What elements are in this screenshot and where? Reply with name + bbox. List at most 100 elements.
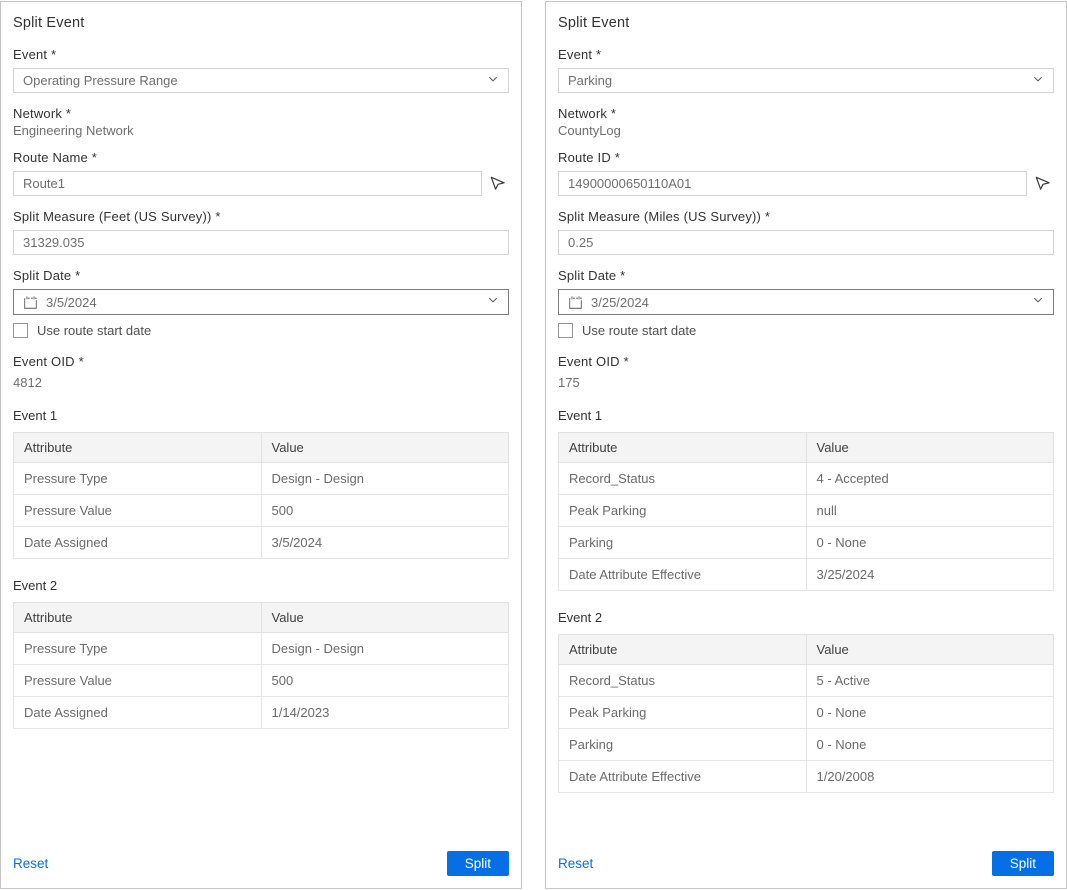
panel-title: Split Event (13, 15, 509, 31)
use-route-start-date-row: Use route start date (558, 323, 1054, 338)
route-label: Route Name * (13, 150, 509, 165)
split-date-picker[interactable]: 3/5/2024 (13, 289, 509, 315)
table-row: Record_Status 4 - Accepted (559, 463, 1054, 495)
table-row: Record_Status 5 - Active (559, 665, 1054, 697)
event-2-table: Attribute Value Record_Status 5 - Active… (558, 634, 1054, 793)
split-button[interactable]: Split (447, 851, 509, 876)
reset-button[interactable]: Reset (13, 856, 48, 871)
column-header-value: Value (261, 603, 509, 633)
split-date-value: 3/5/2024 (46, 295, 487, 310)
split-date-picker[interactable]: 3/25/2024 (558, 289, 1054, 315)
split-measure-field: Split Measure (Feet (US Survey)) * (13, 209, 509, 255)
attribute-cell: Pressure Value (14, 495, 262, 527)
pointer-cursor-icon (488, 173, 507, 195)
attribute-cell: Record_Status (559, 463, 807, 495)
event-select[interactable]: Operating Pressure Range (13, 68, 509, 93)
route-input[interactable] (558, 171, 1027, 196)
table-row: Pressure Value 500 (14, 665, 509, 697)
value-cell: Design - Design (261, 633, 509, 665)
select-route-on-map-button[interactable] (485, 172, 509, 196)
event-field: Event * Parking (558, 47, 1054, 93)
attribute-cell: Date Attribute Effective (559, 559, 807, 591)
split-measure-input[interactable] (13, 230, 509, 255)
pointer-cursor-icon (1033, 173, 1052, 195)
event-2-heading: Event 2 (13, 578, 509, 593)
chevron-down-icon (1032, 72, 1044, 90)
split-measure-label: Split Measure (Miles (US Survey)) * (558, 209, 1054, 224)
value-cell: 0 - None (806, 697, 1054, 729)
event-oid-label: Event OID * (13, 354, 509, 369)
split-date-label: Split Date * (13, 268, 509, 283)
attribute-cell: Pressure Type (14, 463, 262, 495)
table-row: Parking 0 - None (559, 729, 1054, 761)
panel-footer: Reset Split (13, 841, 509, 876)
value-cell: 1/20/2008 (806, 761, 1054, 793)
value-cell: 0 - None (806, 527, 1054, 559)
event-field: Event * Operating Pressure Range (13, 47, 509, 93)
attribute-cell: Parking (559, 527, 807, 559)
attribute-cell: Peak Parking (559, 495, 807, 527)
event-2-table: Attribute Value Pressure Type Design - D… (13, 602, 509, 729)
column-header-value: Value (261, 433, 509, 463)
value-cell: 500 (261, 665, 509, 697)
event-oid-field: Event OID * 4812 (13, 354, 509, 390)
table-row: Pressure Value 500 (14, 495, 509, 527)
use-route-start-date-checkbox[interactable] (13, 323, 28, 338)
attribute-cell: Date Assigned (14, 527, 262, 559)
split-measure-input[interactable] (558, 230, 1054, 255)
event-oid-value: 175 (558, 375, 1054, 390)
event-oid-field: Event OID * 175 (558, 354, 1054, 390)
value-cell: 3/5/2024 (261, 527, 509, 559)
split-event-widgets: Split Event Event * Operating Pressure R… (0, 0, 1067, 889)
network-value: CountyLog (558, 123, 1054, 138)
event-oid-label: Event OID * (558, 354, 1054, 369)
event-2-section: Event 2 Attribute Value Record_Status 5 … (558, 610, 1054, 793)
route-field: Route ID * (558, 150, 1054, 196)
event-2-section: Event 2 Attribute Value Pressure Type De… (13, 578, 509, 729)
route-field: Route Name * (13, 150, 509, 196)
network-field: Network * Engineering Network (13, 106, 509, 138)
event-2-heading: Event 2 (558, 610, 1054, 625)
chevron-down-icon (487, 293, 499, 311)
network-field: Network * CountyLog (558, 106, 1054, 138)
event-1-heading: Event 1 (13, 408, 509, 423)
event-select[interactable]: Parking (558, 68, 1054, 93)
route-input[interactable] (13, 171, 482, 196)
event-label: Event * (558, 47, 1054, 62)
select-route-on-map-button[interactable] (1030, 172, 1054, 196)
event-1-table: Attribute Value Record_Status 4 - Accept… (558, 432, 1054, 591)
attribute-cell: Date Assigned (14, 697, 262, 729)
split-date-label: Split Date * (558, 268, 1054, 283)
panel-title: Split Event (558, 15, 1054, 31)
attribute-cell: Record_Status (559, 665, 807, 697)
attribute-cell: Pressure Value (14, 665, 262, 697)
split-button[interactable]: Split (992, 851, 1054, 876)
event-1-heading: Event 1 (558, 408, 1054, 423)
table-row: Peak Parking null (559, 495, 1054, 527)
event-1-section: Event 1 Attribute Value Pressure Type De… (13, 408, 509, 559)
split-event-panel-right: Split Event Event * Parking Network * Co… (545, 1, 1067, 889)
split-measure-field: Split Measure (Miles (US Survey)) * (558, 209, 1054, 255)
route-label: Route ID * (558, 150, 1054, 165)
column-header-attribute: Attribute (559, 433, 807, 463)
event-select-value: Parking (568, 73, 612, 88)
event-1-table: Attribute Value Pressure Type Design - D… (13, 432, 509, 559)
use-route-start-date-row: Use route start date (13, 323, 509, 338)
event-label: Event * (13, 47, 509, 62)
attribute-cell: Pressure Type (14, 633, 262, 665)
reset-button[interactable]: Reset (558, 856, 593, 871)
column-header-attribute: Attribute (14, 433, 262, 463)
use-route-start-date-checkbox[interactable] (558, 323, 573, 338)
value-cell: Design - Design (261, 463, 509, 495)
table-row: Date Attribute Effective 3/25/2024 (559, 559, 1054, 591)
table-row: Date Attribute Effective 1/20/2008 (559, 761, 1054, 793)
column-header-attribute: Attribute (14, 603, 262, 633)
value-cell: 1/14/2023 (261, 697, 509, 729)
calendar-icon (23, 295, 38, 310)
attribute-cell: Peak Parking (559, 697, 807, 729)
table-row: Peak Parking 0 - None (559, 697, 1054, 729)
event-select-value: Operating Pressure Range (23, 73, 178, 88)
table-row: Date Assigned 1/14/2023 (14, 697, 509, 729)
use-route-start-date-label: Use route start date (582, 323, 696, 338)
split-date-value: 3/25/2024 (591, 295, 1032, 310)
